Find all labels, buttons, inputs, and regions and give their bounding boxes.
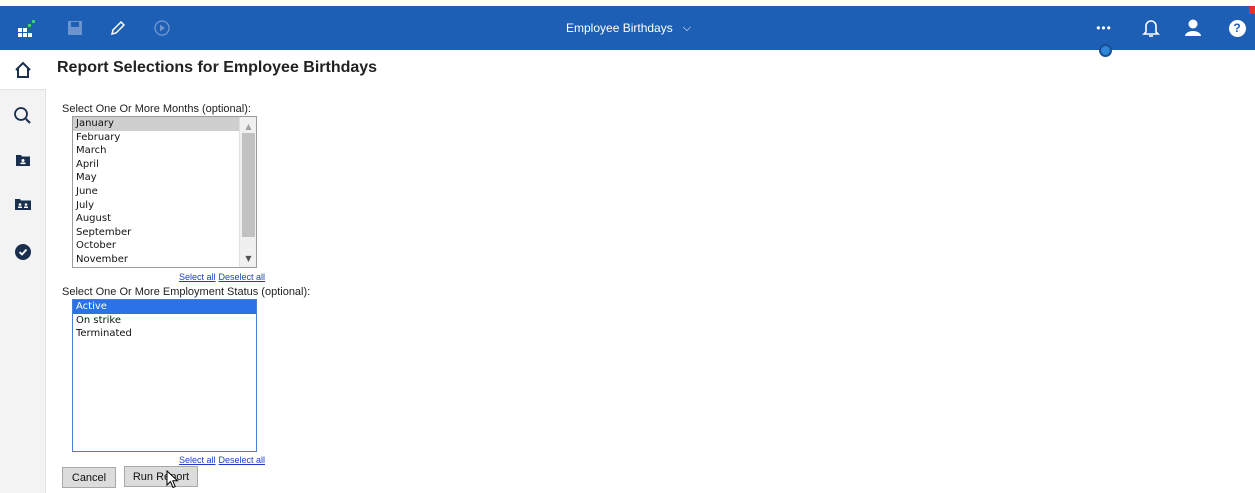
apps-icon[interactable] xyxy=(14,6,38,50)
bell-icon[interactable] xyxy=(1139,6,1163,50)
status-select-links: Select all Deselect all xyxy=(176,455,265,465)
month-option-january[interactable]: January xyxy=(73,117,256,131)
top-navigation-bar: Employee Birthdays ⌵ ••• ? xyxy=(0,6,1255,50)
months-scrollbar[interactable]: ▲ ▼ xyxy=(239,117,256,267)
page-title: Report Selections for Employee Birthdays xyxy=(57,59,378,76)
save-icon[interactable] xyxy=(63,6,87,50)
status-listbox[interactable]: Active On strike Terminated xyxy=(72,299,257,452)
month-option-october[interactable]: October xyxy=(73,239,256,253)
month-option-may[interactable]: May xyxy=(73,171,256,185)
my-content-folder-icon[interactable] xyxy=(0,142,46,178)
status-label: Select One Or More Employment Status (op… xyxy=(62,286,311,298)
scroll-up-arrow-icon[interactable]: ▲ xyxy=(240,119,257,133)
run-report-button[interactable]: Run Report xyxy=(124,466,198,487)
months-select-links: Select all Deselect all xyxy=(176,272,265,282)
team-content-folder-icon[interactable] xyxy=(0,186,46,222)
alert-marker xyxy=(1249,6,1255,14)
chevron-down-icon: ⌵ xyxy=(682,21,692,34)
months-label: Select One Or More Months (optional): xyxy=(62,103,251,115)
month-option-march[interactable]: March xyxy=(73,144,256,158)
cancel-button[interactable]: Cancel xyxy=(62,467,116,488)
status-select-all-link[interactable]: Select all xyxy=(179,455,216,465)
month-option-april[interactable]: April xyxy=(73,158,256,172)
months-deselect-all-link[interactable]: Deselect all xyxy=(219,272,266,282)
status-option-active[interactable]: Active xyxy=(73,300,256,314)
status-deselect-all-link[interactable]: Deselect all xyxy=(219,455,266,465)
month-option-november[interactable]: November xyxy=(73,253,256,267)
edit-pencil-icon[interactable] xyxy=(106,6,130,50)
status-option-terminated[interactable]: Terminated xyxy=(73,327,256,341)
month-option-june[interactable]: June xyxy=(73,185,256,199)
scroll-down-arrow-icon[interactable]: ▼ xyxy=(240,251,257,265)
help-icon[interactable]: ? xyxy=(1225,6,1249,50)
mouse-cursor-icon xyxy=(166,469,180,493)
status-option-on-strike[interactable]: On strike xyxy=(73,314,256,328)
search-icon[interactable] xyxy=(0,98,46,134)
scroll-thumb[interactable] xyxy=(242,133,255,237)
months-listbox[interactable]: January February March April May June July Augu… xyxy=(72,116,257,268)
run-play-icon[interactable] xyxy=(150,6,174,50)
home-icon[interactable] xyxy=(0,50,46,90)
month-option-july[interactable]: July xyxy=(73,199,256,213)
recent-clock-icon[interactable] xyxy=(0,234,46,270)
month-option-february[interactable]: February xyxy=(73,131,256,145)
report-title: Employee Birthdays xyxy=(566,21,673,35)
months-select-all-link[interactable]: Select all xyxy=(179,272,216,282)
notification-indicator-icon xyxy=(1099,44,1112,57)
month-option-august[interactable]: August xyxy=(73,212,256,226)
report-title-dropdown[interactable]: Employee Birthdays ⌵ xyxy=(566,6,691,50)
month-option-september[interactable]: September xyxy=(73,226,256,240)
user-icon[interactable] xyxy=(1181,6,1205,50)
left-navigation-rail xyxy=(0,50,46,493)
